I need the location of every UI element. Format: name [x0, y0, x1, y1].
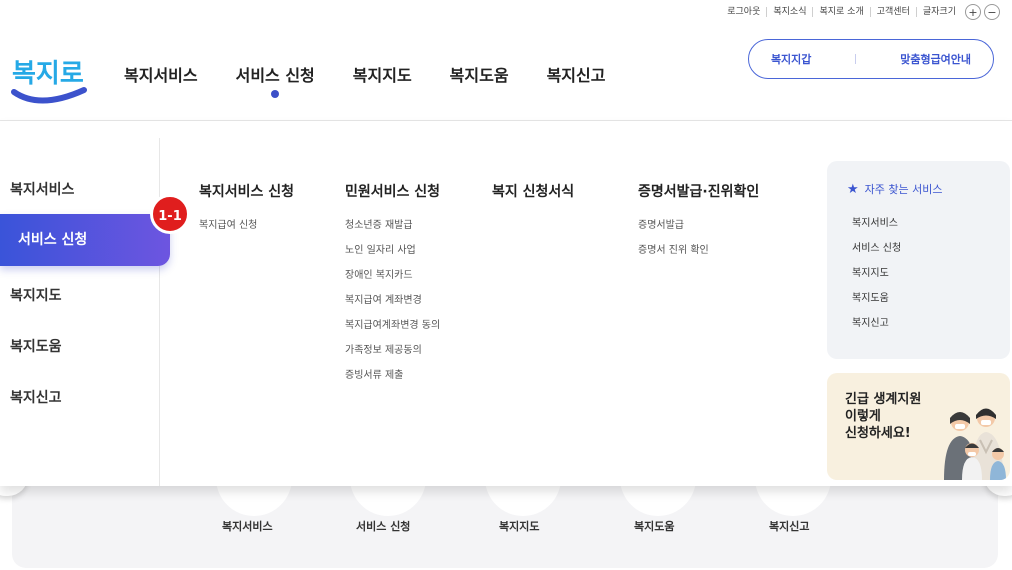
about-link[interactable]: 복지로 소개 [812, 7, 869, 17]
menu-link[interactable]: 가족정보 제공동의 [345, 338, 440, 363]
menu-divider [159, 138, 160, 486]
star-icon: ★ [847, 181, 859, 197]
menu-column-apply-forms: 복지 신청서식 [492, 181, 574, 213]
site-logo[interactable]: 복지로 [10, 48, 94, 110]
active-indicator-dot [271, 90, 280, 98]
menu-column-welfare-apply: 복지서비스 신청 복지급여 신청 [199, 181, 294, 238]
column-title[interactable]: 복지서비스 신청 [199, 181, 294, 201]
menu-column-civil-apply: 민원서비스 신청 청소년증 재발급 노인 일자리 사업 장애인 복지카드 복지급… [345, 181, 440, 388]
quick-item-welfare-map[interactable]: 복지지도 [499, 518, 539, 534]
utility-bar: 로그아웃 복지소식 복지로 소개 고객센터 글자크기 + − [721, 4, 1000, 20]
menu-link[interactable]: 노인 일자리 사업 [345, 238, 440, 263]
favorite-item[interactable]: 서비스 신청 [847, 236, 1010, 261]
emergency-line-2: 이렇게 [845, 409, 881, 424]
welfare-wallet-button[interactable]: 복지지갑 [771, 51, 811, 67]
quick-item-service-apply[interactable]: 서비스 신청 [356, 518, 410, 534]
menu-link[interactable]: 청소년증 재발급 [345, 213, 440, 238]
menu-column-certificates: 증명서발급·진위확인 증명서발급 증명서 진위 확인 [638, 181, 759, 263]
news-link[interactable]: 복지소식 [766, 7, 812, 17]
menu-link[interactable]: 복지급여 신청 [199, 213, 294, 238]
quick-item-welfare-help[interactable]: 복지도움 [634, 518, 674, 534]
menu-link[interactable]: 증명서 진위 확인 [638, 238, 759, 263]
emergency-support-banner[interactable]: 긴급 생계지원 이렇게 신청하세요! [827, 373, 1010, 480]
main-nav: 복지서비스 서비스 신청 복지지도 복지도움 복지신고 [124, 62, 643, 98]
bokjiro-logo-icon: 복지로 [11, 59, 87, 104]
gnb-item-service-apply[interactable]: 서비스 신청 [235, 62, 315, 98]
font-increase-button[interactable]: + [965, 4, 981, 20]
emergency-line-1: 긴급 생계지원 [845, 392, 922, 407]
gnb-item-welfare-service[interactable]: 복지서비스 [124, 62, 198, 86]
mega-menu-panel: 복지서비스 서비스 신청 복지지도 복지도움 복지신고 1-1 복지서비스 신청… [0, 121, 1012, 486]
menu-link[interactable]: 증명서발급 [638, 213, 759, 238]
column-title[interactable]: 증명서발급·진위확인 [638, 181, 759, 201]
column-title[interactable]: 민원서비스 신청 [345, 181, 440, 201]
lnb-item-welfare-service[interactable]: 복지서비스 [10, 179, 74, 199]
customized-benefit-guide-button[interactable]: 맞춤형급여안내 [900, 51, 971, 67]
customer-center-link[interactable]: 고객센터 [869, 7, 916, 17]
favorite-item[interactable]: 복지지도 [847, 261, 1010, 286]
favorite-item[interactable]: 복지도움 [847, 286, 1010, 311]
lnb-item-service-apply[interactable]: 서비스 신청 [0, 214, 170, 266]
menu-link[interactable]: 증빙서류 제출 [345, 363, 440, 388]
font-decrease-button[interactable]: − [984, 4, 1000, 20]
column-title[interactable]: 복지 신청서식 [492, 181, 574, 201]
favorite-title-label: 자주 찾는 서비스 [864, 183, 943, 196]
quick-item-welfare-report[interactable]: 복지신고 [769, 518, 809, 534]
gnb-item-welfare-help[interactable]: 복지도움 [450, 62, 509, 86]
quick-pill: 복지지갑 맞춤형급여안내 [748, 39, 994, 79]
pill-divider [855, 54, 857, 64]
family-illustration-icon [944, 408, 1006, 480]
gnb-item-welfare-map[interactable]: 복지지도 [353, 62, 412, 86]
gnb-item-welfare-report[interactable]: 복지신고 [547, 62, 606, 86]
lnb-item-welfare-report[interactable]: 복지신고 [10, 387, 62, 407]
emergency-banner-text: 긴급 생계지원 이렇게 신청하세요! [845, 391, 940, 442]
emergency-line-3: 신청하세요! [845, 426, 911, 441]
step-badge: 1-1 [150, 194, 190, 234]
menu-link[interactable]: 장애인 복지카드 [345, 263, 440, 288]
favorite-item[interactable]: 복지신고 [847, 311, 1010, 336]
lnb-item-welfare-map[interactable]: 복지지도 [10, 285, 62, 305]
favorite-services-box: ★ 자주 찾는 서비스 복지서비스 서비스 신청 복지지도 복지도움 복지신고 [827, 161, 1010, 359]
logout-link[interactable]: 로그아웃 [721, 7, 766, 17]
font-size-label: 글자크기 [915, 7, 962, 17]
lnb-item-welfare-help[interactable]: 복지도움 [10, 336, 62, 356]
quick-item-welfare-service[interactable]: 복지서비스 [222, 518, 273, 534]
favorite-item[interactable]: 복지서비스 [847, 211, 1010, 236]
gnb-item-label: 서비스 신청 [235, 66, 315, 85]
menu-link[interactable]: 복지급여 계좌변경 [345, 288, 440, 313]
svg-text:복지로: 복지로 [12, 59, 84, 89]
favorite-services-title: ★ 자주 찾는 서비스 [847, 181, 1010, 197]
menu-link[interactable]: 복지급여계좌변경 동의 [345, 313, 440, 338]
